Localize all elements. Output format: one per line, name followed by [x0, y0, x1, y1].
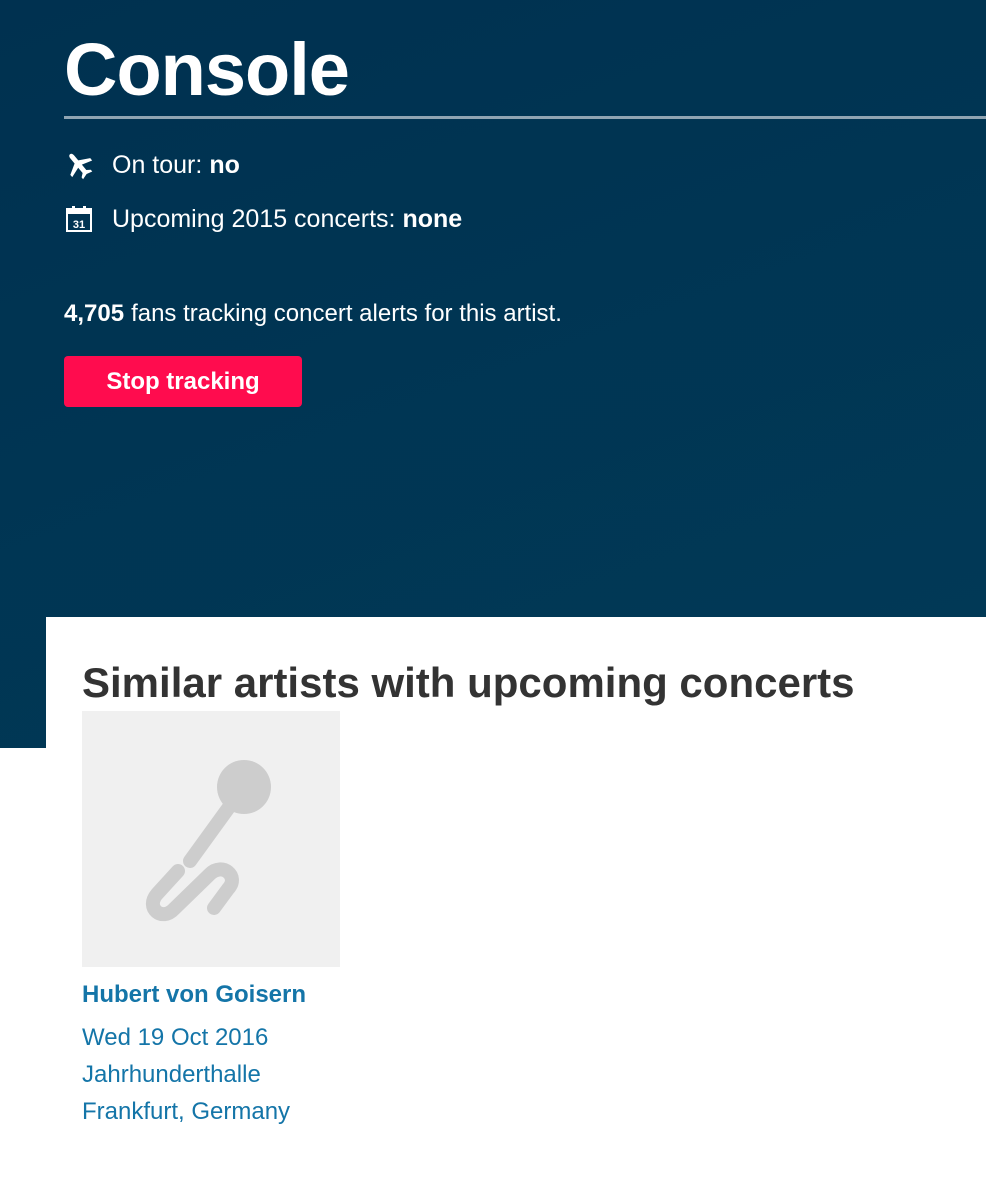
similar-artists-heading: Similar artists with upcoming concerts: [82, 659, 855, 706]
fans-description: fans tracking concert alerts for this ar…: [131, 300, 562, 327]
microphone-icon: [146, 760, 271, 922]
calendar-icon: 31: [64, 204, 94, 234]
calendar-day-number: 31: [73, 219, 85, 231]
stop-tracking-button[interactable]: Stop tracking: [64, 356, 302, 407]
airplane-icon: [64, 150, 94, 180]
upcoming-concerts-row: 31 Upcoming 2015 concerts: none: [64, 204, 462, 234]
page: Console On tour: no 31 Upcoming 2015 con…: [0, 0, 986, 1200]
on-tour-label: On tour:: [112, 150, 203, 179]
artist-title: Console: [64, 28, 350, 111]
concert-location: Frankfurt, Germany: [82, 1098, 291, 1125]
fans-tracking-text: 4,705 fans tracking concert alerts for th…: [64, 300, 562, 328]
similar-artists-section: Similar artists with upcoming concerts H…: [46, 617, 986, 1200]
on-tour-value: no: [209, 150, 240, 179]
on-tour-row: On tour: no: [64, 150, 240, 180]
title-divider: [64, 116, 986, 119]
concert-date: Wed 19 Oct 2016: [82, 1024, 269, 1051]
upcoming-concerts-label: Upcoming 2015 concerts:: [112, 204, 396, 233]
artist-name-link[interactable]: Hubert von Goisern: [82, 981, 340, 1009]
fans-count: 4,705: [64, 300, 125, 327]
artist-image-link[interactable]: [82, 711, 340, 967]
concert-venue: Jahrhunderthalle: [82, 1061, 261, 1088]
similar-artist-card: Hubert von Goisern Wed 19 Oct 2016 Jahrh…: [82, 711, 340, 1130]
upcoming-concerts-value: none: [402, 204, 463, 233]
